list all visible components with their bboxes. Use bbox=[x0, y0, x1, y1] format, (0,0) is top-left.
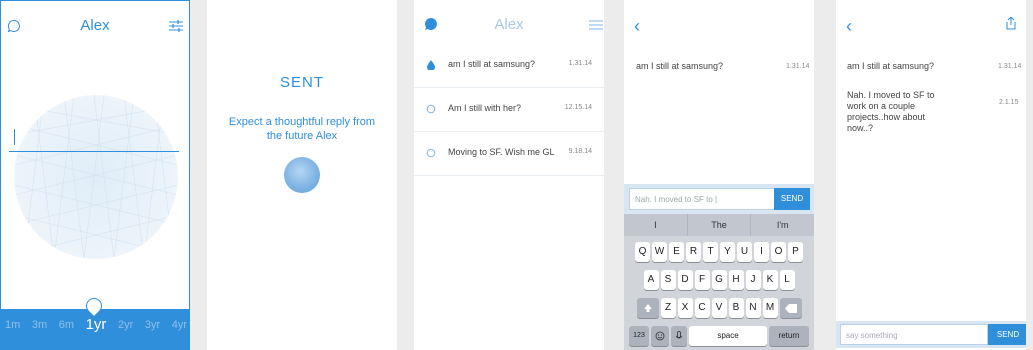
message-text: am I still at samsung? bbox=[636, 61, 724, 71]
key[interactable]: T bbox=[703, 242, 718, 262]
key[interactable]: B bbox=[728, 298, 744, 318]
drop-filled-icon bbox=[427, 60, 435, 70]
text-caret bbox=[14, 129, 15, 145]
message-text: Nah. I moved to SF to work on a couple p… bbox=[847, 90, 935, 133]
time-option-2yr[interactable]: 2yr bbox=[118, 319, 133, 333]
key[interactable]: D bbox=[677, 270, 693, 290]
sliders-icon[interactable] bbox=[169, 20, 183, 32]
key[interactable]: X bbox=[677, 298, 693, 318]
sliders-icon[interactable] bbox=[589, 19, 603, 31]
key-row-1: Q W E R T Y U I O P bbox=[626, 242, 812, 262]
reply-input[interactable]: Nah. I moved to SF to | bbox=[629, 188, 775, 210]
mic-key[interactable] bbox=[671, 326, 687, 346]
key[interactable]: Q bbox=[635, 242, 650, 262]
key[interactable]: E bbox=[669, 242, 684, 262]
list-item[interactable]: Moving to SF. Wish me GL 9.18.14 bbox=[414, 132, 604, 176]
numbers-key[interactable]: 123 bbox=[629, 326, 649, 346]
key[interactable]: H bbox=[728, 270, 744, 290]
key[interactable]: V bbox=[711, 298, 727, 318]
shift-key[interactable] bbox=[636, 298, 659, 318]
list-item-time: 12.15.14 bbox=[564, 104, 592, 111]
key[interactable]: Z bbox=[660, 298, 676, 318]
time-option-3yr[interactable]: 3yr bbox=[145, 319, 160, 333]
message-time: 2.1.15 bbox=[999, 99, 1019, 106]
key[interactable]: G bbox=[711, 270, 727, 290]
suggestion-item[interactable]: The bbox=[688, 214, 752, 236]
key[interactable]: C bbox=[694, 298, 710, 318]
sent-heading: SENT bbox=[279, 74, 324, 91]
time-option-1yr[interactable]: 1yr bbox=[86, 316, 107, 333]
share-icon[interactable] bbox=[1006, 17, 1016, 30]
time-option-3m[interactable]: 3m bbox=[32, 319, 47, 333]
composer-bar: say something SEND bbox=[836, 321, 1026, 348]
time-option-4yr[interactable]: 4yr bbox=[172, 319, 187, 333]
sent-orb-illustration bbox=[284, 157, 320, 193]
list-item-time: 1.31.14 bbox=[568, 60, 592, 67]
conversation-screen: ‹ am I still at samsung? 1.31.14 Nah. I … bbox=[836, 0, 1026, 350]
emoji-key[interactable] bbox=[651, 326, 669, 346]
space-key[interactable]: space bbox=[689, 326, 767, 346]
key-row-4: 123 space return bbox=[626, 326, 812, 346]
back-chevron-icon[interactable]: ‹ bbox=[634, 16, 640, 37]
suggestion-item[interactable]: I bbox=[624, 214, 688, 236]
back-chevron-icon[interactable]: ‹ bbox=[846, 16, 852, 37]
geodesic-globe-illustration bbox=[14, 95, 178, 259]
refresh-circle-icon bbox=[426, 148, 436, 158]
key[interactable]: R bbox=[686, 242, 701, 262]
key[interactable]: O bbox=[771, 242, 786, 262]
shift-arrow-icon bbox=[643, 304, 652, 312]
list-item-text: Am I still with her? bbox=[448, 103, 522, 113]
suggestion-item[interactable]: I'm bbox=[751, 214, 814, 236]
list-item[interactable]: Am I still with her? 12.15.14 bbox=[414, 88, 604, 132]
contact-title: Alex bbox=[494, 16, 524, 33]
compose-screen: Alex 1m 3m 6m 1yr 2yr 3yr 4yr bbox=[0, 0, 190, 350]
refresh-circle-icon bbox=[426, 104, 436, 114]
return-key[interactable]: return bbox=[769, 326, 809, 346]
message-time: 1.31.14 bbox=[998, 63, 1022, 70]
send-button[interactable]: SEND bbox=[988, 324, 1026, 345]
reply-screen: ‹ am I still at samsung? 1.31.14 Nah. I … bbox=[624, 0, 814, 350]
message-input-line[interactable] bbox=[9, 151, 179, 152]
emoji-icon bbox=[655, 331, 665, 341]
key[interactable]: W bbox=[652, 242, 667, 262]
time-option-6m[interactable]: 6m bbox=[59, 319, 74, 333]
key[interactable]: M bbox=[762, 298, 778, 318]
key[interactable]: K bbox=[762, 270, 778, 290]
key[interactable]: N bbox=[745, 298, 761, 318]
key[interactable]: F bbox=[694, 270, 710, 290]
message-text: am I still at samsung? bbox=[847, 61, 935, 71]
list-item-text: Moving to SF. Wish me GL bbox=[448, 147, 555, 157]
key[interactable]: L bbox=[779, 270, 795, 290]
suggestion-bar: I The I'm bbox=[624, 214, 814, 236]
key[interactable]: U bbox=[737, 242, 752, 262]
key[interactable]: Y bbox=[720, 242, 735, 262]
reply-input-bar: Nah. I moved to SF to | SEND bbox=[624, 184, 814, 214]
key-row-3: Z X C V B N M bbox=[626, 298, 812, 318]
backspace-icon bbox=[784, 304, 797, 313]
send-button[interactable]: SEND bbox=[774, 188, 810, 210]
key[interactable]: A bbox=[643, 270, 659, 290]
key[interactable]: P bbox=[788, 242, 803, 262]
microphone-icon bbox=[675, 331, 683, 339]
key[interactable]: S bbox=[660, 270, 676, 290]
sent-confirmation-screen: SENT Expect a thoughtful reply from the … bbox=[207, 0, 397, 350]
key[interactable]: I bbox=[754, 242, 769, 262]
sent-message: Expect a thoughtful reply from the futur… bbox=[228, 116, 376, 142]
keyboard: I The I'm Q W E R T Y U I O P A S D F G … bbox=[624, 214, 814, 350]
delete-key[interactable] bbox=[779, 298, 802, 318]
message-input[interactable]: say something bbox=[840, 324, 988, 345]
list-item[interactable]: am I still at samsung? 1.31.14 bbox=[414, 44, 604, 88]
time-option-1m[interactable]: 1m bbox=[5, 319, 20, 333]
list-item-text: am I still at samsung? bbox=[448, 59, 536, 69]
list-item-time: 9.18.14 bbox=[568, 148, 592, 155]
key[interactable]: J bbox=[745, 270, 761, 290]
message-time: 1.31.14 bbox=[786, 63, 810, 70]
key-row-2: A S D F G H J K L bbox=[626, 270, 812, 290]
message-list-screen: Alex am I still at samsung? 1.31.14 Am I… bbox=[414, 0, 604, 350]
app-screenshot-strip: Alex 1m 3m 6m 1yr 2yr 3yr 4yr SENT Expec… bbox=[0, 0, 1033, 350]
contact-title: Alex bbox=[80, 17, 110, 34]
